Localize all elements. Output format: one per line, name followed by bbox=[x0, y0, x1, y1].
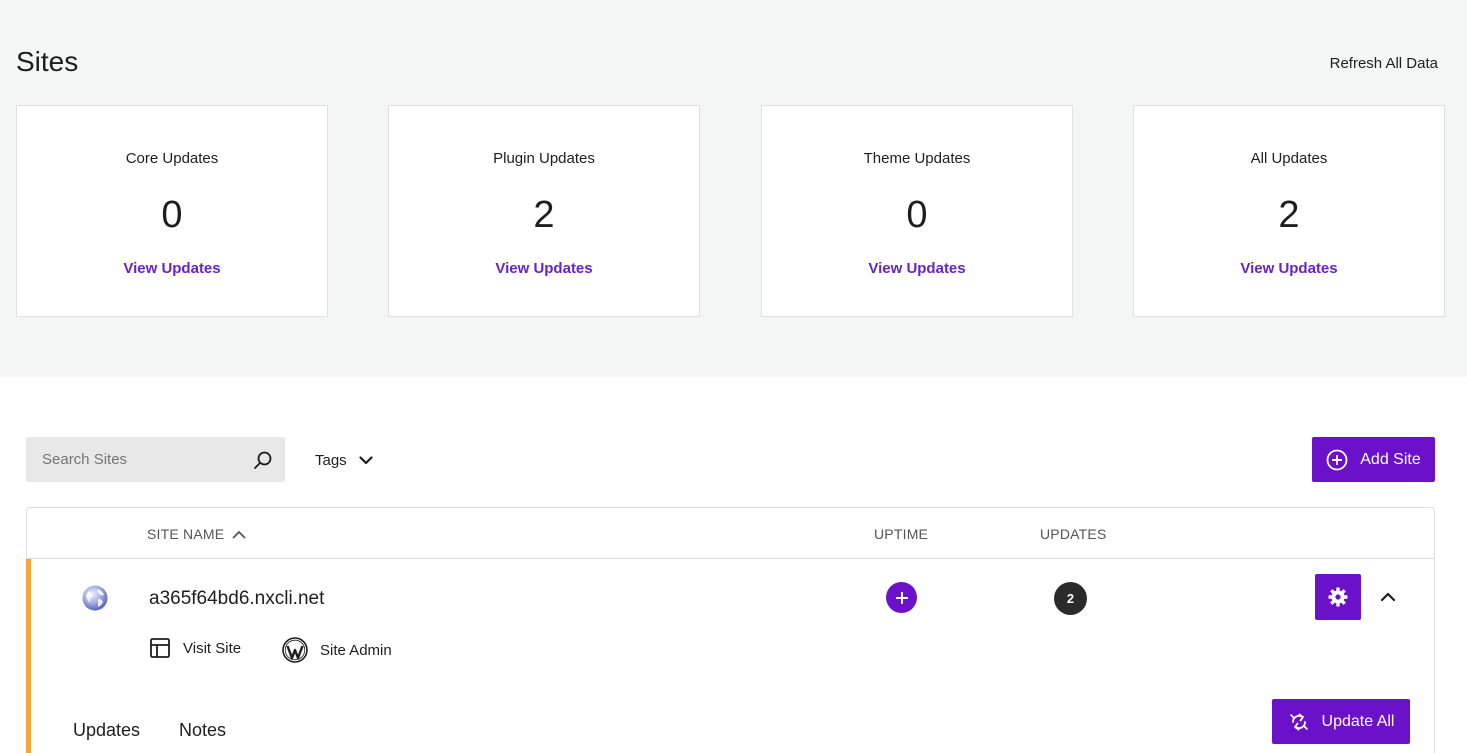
site-name[interactable]: a365f64bd6.nxcli.net bbox=[149, 588, 324, 610]
card-count: 0 bbox=[906, 194, 928, 236]
chevron-down-icon bbox=[359, 456, 373, 465]
search-box bbox=[26, 437, 285, 482]
uptime-add-button[interactable] bbox=[886, 582, 917, 613]
site-admin-link[interactable]: Site Admin bbox=[282, 637, 392, 663]
table-row: a365f64bd6.nxcli.net Visit Site Site Adm… bbox=[26, 559, 1435, 753]
card-title: Theme Updates bbox=[863, 150, 971, 167]
update-all-label: Update All bbox=[1321, 712, 1395, 730]
visit-site-link[interactable]: Visit Site bbox=[149, 637, 241, 659]
view-updates-link[interactable]: View Updates bbox=[1134, 260, 1444, 277]
site-favicon-globe-icon bbox=[82, 585, 108, 611]
view-updates-link[interactable]: View Updates bbox=[762, 260, 1072, 277]
site-admin-label: Site Admin bbox=[320, 641, 392, 659]
sync-icon bbox=[1289, 713, 1308, 730]
plus-icon bbox=[895, 591, 908, 604]
updates-count-badge[interactable]: 2 bbox=[1054, 582, 1087, 615]
site-name-column-header[interactable]: SITE NAME bbox=[147, 526, 246, 542]
updates-column-header: UPDATES bbox=[1040, 526, 1107, 542]
sites-table: SITE NAME UPTIME UPDATES a365f64bd6.nxcl… bbox=[26, 507, 1435, 753]
update-all-button[interactable]: Update All bbox=[1272, 699, 1410, 744]
site-settings-button[interactable] bbox=[1315, 574, 1361, 620]
core-updates-card: Core Updates 0 View Updates bbox=[16, 105, 328, 317]
wordpress-icon bbox=[282, 637, 308, 663]
summary-panel: Sites Refresh All Data Core Updates 0 Vi… bbox=[0, 0, 1467, 377]
table-header: SITE NAME UPTIME UPDATES bbox=[27, 508, 1434, 559]
card-title: Core Updates bbox=[125, 150, 219, 167]
sort-up-icon bbox=[232, 530, 246, 538]
layout-icon bbox=[150, 638, 170, 658]
tab-updates[interactable]: Updates bbox=[73, 720, 140, 741]
card-title: Plugin Updates bbox=[493, 150, 595, 167]
site-name-header-label: SITE NAME bbox=[147, 526, 225, 542]
tags-dropdown[interactable]: Tags bbox=[315, 452, 373, 469]
add-site-label: Add Site bbox=[1360, 450, 1421, 468]
view-updates-link[interactable]: View Updates bbox=[389, 260, 699, 277]
plus-circle-icon bbox=[1326, 449, 1348, 470]
uptime-column-header: UPTIME bbox=[874, 526, 929, 542]
search-input[interactable] bbox=[26, 437, 246, 482]
add-site-button[interactable]: Add Site bbox=[1312, 437, 1435, 482]
refresh-all-data-link[interactable]: Refresh All Data bbox=[1330, 55, 1438, 72]
tags-label: Tags bbox=[315, 452, 347, 469]
card-count: 0 bbox=[161, 194, 183, 236]
card-title: All Updates bbox=[1250, 150, 1328, 167]
search-icon[interactable] bbox=[253, 450, 273, 470]
view-updates-link[interactable]: View Updates bbox=[17, 260, 327, 277]
visit-site-label: Visit Site bbox=[183, 639, 242, 657]
card-count: 2 bbox=[533, 194, 555, 236]
page-title: Sites bbox=[16, 46, 79, 77]
collapse-chevron-up-icon[interactable] bbox=[1377, 586, 1399, 608]
theme-updates-card: Theme Updates 0 View Updates bbox=[761, 105, 1073, 317]
plugin-updates-card: Plugin Updates 2 View Updates bbox=[388, 105, 700, 317]
card-count: 2 bbox=[1278, 194, 1300, 236]
all-updates-card: All Updates 2 View Updates bbox=[1133, 105, 1445, 317]
gear-icon bbox=[1328, 587, 1348, 607]
tab-notes[interactable]: Notes bbox=[179, 720, 226, 741]
